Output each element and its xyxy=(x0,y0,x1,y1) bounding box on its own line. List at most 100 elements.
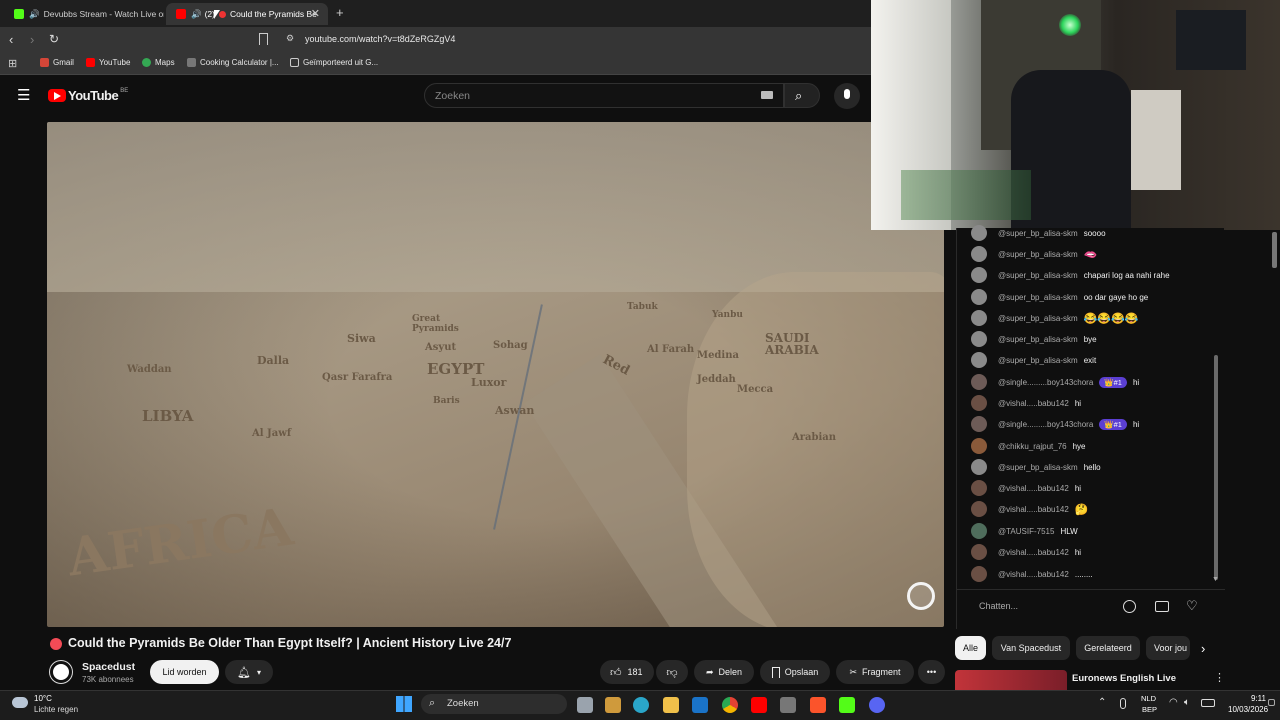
chat-author[interactable]: @vishal.....babu142 xyxy=(998,399,1069,408)
chat-message: @super_bp_alisa-skm exit xyxy=(971,352,1096,368)
wifi-icon[interactable]: ◠ xyxy=(1169,697,1178,708)
region-code: BE xyxy=(120,88,129,94)
channel-name[interactable]: Spacedust xyxy=(82,661,135,673)
windows-start-icon[interactable] xyxy=(396,696,412,712)
discord-icon[interactable] xyxy=(869,697,885,713)
chat-author[interactable]: @super_bp_alisa-skm xyxy=(998,229,1078,238)
edge-icon[interactable] xyxy=(633,697,649,713)
chat-author[interactable]: @super_bp_alisa-skm xyxy=(998,250,1078,259)
chat-author[interactable]: @single.........boy143chora xyxy=(998,420,1093,429)
menu-icon[interactable]: ☰ xyxy=(17,86,30,104)
microphone-icon xyxy=(844,89,850,99)
clock-date[interactable]: 10/03/2026 xyxy=(1228,705,1268,714)
chat-input[interactable]: Chatten... xyxy=(969,595,1119,617)
bookmark-maps[interactable]: Maps xyxy=(142,58,175,67)
youtube-app-icon[interactable] xyxy=(751,697,767,713)
chat-text: hi xyxy=(1132,419,1140,429)
kick-icon[interactable] xyxy=(839,697,855,713)
tray-chevron-icon[interactable]: ⌃ xyxy=(1098,697,1106,708)
clock-time[interactable]: 9:11 xyxy=(1251,694,1266,703)
notification-bell-icon[interactable] xyxy=(1268,699,1275,706)
super-chat-icon[interactable] xyxy=(1155,601,1169,612)
search-input[interactable]: Zoeken xyxy=(424,83,784,108)
chat-author[interactable]: @super_bp_alisa-skm xyxy=(998,314,1078,323)
youtube-logo[interactable]: YouTube BE xyxy=(48,88,128,103)
recommended-more-icon[interactable]: ⋮ xyxy=(1214,671,1225,684)
bookmark-youtube[interactable]: YouTube xyxy=(86,58,130,67)
bookmark-gmail[interactable]: Gmail xyxy=(40,58,74,67)
chat-text: hi xyxy=(1074,483,1082,493)
dislike-button[interactable]: 👎︎ xyxy=(656,660,688,684)
chat-author[interactable]: @single.........boy143chora xyxy=(998,378,1093,387)
chat-author[interactable]: @super_bp_alisa-skm xyxy=(998,293,1078,302)
apps-grid-icon[interactable]: ⊞ xyxy=(8,57,17,70)
new-tab-button[interactable]: + xyxy=(336,5,344,20)
chip-related[interactable]: Gerelateerd xyxy=(1076,636,1140,660)
bookmark-folder-imported[interactable]: Geïmporteerd uit G... xyxy=(290,58,378,67)
site-info-icon[interactable]: ⚙ xyxy=(286,33,294,44)
clip-button[interactable]: ✂ Fragment xyxy=(836,660,914,684)
forward-icon[interactable]: › xyxy=(30,32,34,47)
chip-for-you[interactable]: Voor jou xyxy=(1146,636,1190,660)
keyboard-layout[interactable]: BEP xyxy=(1142,705,1157,714)
reload-icon[interactable]: ↻ xyxy=(49,32,59,46)
chat-author[interactable]: @vishal.....babu142 xyxy=(998,570,1069,579)
chat-message: @vishal.....babu142 hi xyxy=(971,544,1081,560)
store-icon[interactable] xyxy=(605,697,621,713)
save-button[interactable]: Opslaan xyxy=(760,660,830,684)
chat-author[interactable]: @vishal.....babu142 xyxy=(998,548,1069,557)
chip-all[interactable]: Alle xyxy=(955,636,986,660)
brave-icon[interactable] xyxy=(810,697,826,713)
chat-author[interactable]: @super_bp_alisa-skm xyxy=(998,463,1078,472)
chat-message: @super_bp_alisa-skm soooo xyxy=(971,225,1106,241)
page-scrollbar[interactable] xyxy=(1272,232,1277,268)
bookmark-cooking-calculator[interactable]: Cooking Calculator |... xyxy=(187,58,279,67)
mic-tray-icon[interactable] xyxy=(1120,698,1126,709)
back-icon[interactable]: ‹ xyxy=(9,32,13,47)
chat-author[interactable]: @super_bp_alisa-skm xyxy=(998,271,1078,280)
calculator-icon[interactable] xyxy=(780,697,796,713)
taskbar-search[interactable]: ⌕ Zoeken xyxy=(421,694,567,714)
battery-icon[interactable] xyxy=(1201,699,1215,707)
weather-icon[interactable] xyxy=(12,697,28,708)
chevron-right-icon[interactable]: › xyxy=(1201,641,1205,656)
close-tab-icon[interactable]: ✕ xyxy=(311,7,320,20)
file-explorer-icon[interactable] xyxy=(663,697,679,713)
chat-author[interactable]: @TAUSIF-7515 xyxy=(998,527,1054,536)
join-button[interactable]: Lid worden xyxy=(150,660,219,684)
browser-tab-pyramids[interactable]: 🔊 (2) Could the Pyramids Be ✕ xyxy=(166,3,328,25)
notifications-button[interactable]: 🔔︎ ▾ xyxy=(225,660,273,684)
task-view-icon[interactable] xyxy=(577,697,593,713)
voice-search-button[interactable] xyxy=(834,83,860,109)
search-button[interactable]: ⌕ xyxy=(784,83,820,108)
chat-author[interactable]: @vishal.....babu142 xyxy=(998,505,1069,514)
more-actions-button[interactable]: ••• xyxy=(918,660,945,684)
scroll-down-icon[interactable]: ▼ xyxy=(1212,576,1219,583)
chevron-down-icon: ▾ xyxy=(256,667,261,677)
outlook-icon[interactable] xyxy=(692,697,708,713)
heart-icon[interactable]: ♡ xyxy=(1186,598,1198,614)
recommended-thumbnail[interactable] xyxy=(955,670,1067,690)
chat-author[interactable]: @super_bp_alisa-skm xyxy=(998,356,1078,365)
keyboard-icon[interactable] xyxy=(761,91,773,99)
chrome-icon[interactable] xyxy=(722,697,738,713)
chat-author[interactable]: @super_bp_alisa-skm xyxy=(998,335,1078,344)
emoji-icon[interactable] xyxy=(1123,600,1136,613)
like-button[interactable]: 👍︎ 181 xyxy=(600,660,654,684)
channel-avatar[interactable] xyxy=(50,661,72,683)
share-button[interactable]: ➦ Delen xyxy=(694,660,754,684)
volume-icon[interactable]: 🔈︎ xyxy=(1184,697,1190,708)
temperature[interactable]: 10°C xyxy=(34,694,52,703)
chat-author[interactable]: @vishal.....babu142 xyxy=(998,484,1069,493)
chat-scrollbar[interactable] xyxy=(1214,355,1218,580)
chat-author[interactable]: @chikku_rajput_76 xyxy=(998,442,1067,451)
url-field[interactable]: youtube.com/watch?v=t8dZeRGZgV4 xyxy=(305,34,455,44)
chat-message: @TAUSIF-7515 HLW xyxy=(971,523,1078,539)
weather-text[interactable]: Lichte regen xyxy=(34,705,78,714)
recommended-title[interactable]: Euronews English Live xyxy=(1072,673,1176,684)
video-player[interactable]: Siwa Great Pyramids Asyut Sohag EGYPT Qa… xyxy=(47,122,944,627)
browser-tab-devubbs[interactable]: 🔊 Devubbs Stream - Watch Live on xyxy=(4,3,164,25)
chip-from-channel[interactable]: Van Spacedust xyxy=(992,636,1070,660)
bookmark-page-icon[interactable] xyxy=(259,33,268,45)
language-code[interactable]: NLD xyxy=(1141,694,1156,703)
